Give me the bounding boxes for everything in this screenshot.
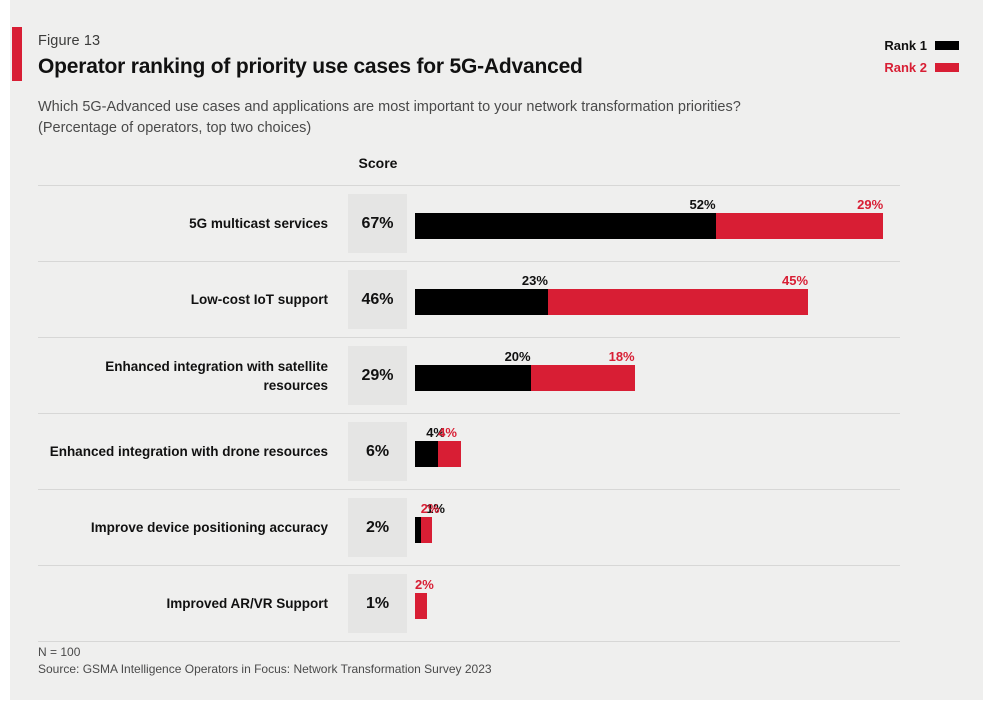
bar-value-rank2: 18% bbox=[608, 349, 635, 364]
bar-track bbox=[415, 593, 427, 619]
bar-segment-rank2 bbox=[438, 441, 462, 467]
chart-row-bars: 1% 2% bbox=[415, 490, 900, 565]
bar-value-rank2: 2% bbox=[415, 577, 434, 592]
legend-item-rank1: Rank 1 bbox=[884, 38, 959, 53]
chart-row-bars: 20% 18% bbox=[415, 338, 900, 413]
chart-row-score: 67% bbox=[348, 194, 407, 253]
bar-value-layer: 1% 2% bbox=[415, 490, 900, 517]
bar-value-rank2: 29% bbox=[857, 197, 884, 212]
bar-value-rank1: 23% bbox=[521, 273, 548, 288]
bar-value-rank2: 4% bbox=[438, 425, 457, 440]
legend-label-rank2: Rank 2 bbox=[884, 60, 927, 75]
page-title: Operator ranking of priority use cases f… bbox=[38, 55, 583, 78]
chart-row-bars: 52% 29% bbox=[415, 186, 900, 261]
bar-track bbox=[415, 365, 635, 391]
bar-value-rank1: 52% bbox=[689, 197, 716, 212]
chart-row-label: Enhanced integration with drone resource… bbox=[49, 444, 328, 459]
bar-segment-rank2 bbox=[420, 517, 433, 543]
bar-segment-rank2 bbox=[415, 593, 427, 619]
bar-value-layer: 20% 18% bbox=[415, 338, 900, 365]
chart-row: 5G multicast services 67% 52% 29% bbox=[38, 185, 900, 261]
chart-legend: Rank 1 Rank 2 bbox=[884, 38, 959, 82]
figure-number: Figure 13 bbox=[38, 33, 101, 49]
bar-track bbox=[415, 289, 809, 315]
chart-row-label: Low-cost IoT support bbox=[190, 292, 328, 307]
chart-row-label: Improve device positioning accuracy bbox=[90, 520, 328, 535]
chart-row: Improve device positioning accuracy 2% 1% 2… bbox=[38, 489, 900, 565]
chart-row-label: Enhanced integration with satellite reso… bbox=[105, 358, 328, 393]
bar-segment-rank1 bbox=[415, 289, 548, 315]
bar-value-layer: 52% 29% bbox=[415, 186, 900, 213]
red-accent-bar bbox=[12, 27, 22, 81]
bar-segment-rank1 bbox=[415, 365, 531, 391]
legend-swatch-rank1 bbox=[935, 41, 959, 50]
chart-row: Improved AR/VR Support 1% 2% bbox=[38, 565, 900, 642]
chart-row-score: 6% bbox=[348, 422, 407, 481]
bar-value-rank2: 45% bbox=[782, 273, 809, 288]
chart-footer: N = 100 Source: GSMA Intelligence Operat… bbox=[38, 644, 492, 678]
bar-value-layer: 4% 4% bbox=[415, 414, 900, 441]
bar-segment-rank2 bbox=[530, 365, 635, 391]
bar-track bbox=[415, 517, 433, 543]
chart-row: Low-cost IoT support 46% 23% 45% bbox=[38, 261, 900, 337]
chart-row-bars: 23% 45% bbox=[415, 262, 900, 337]
bar-track bbox=[415, 441, 462, 467]
bar-value-layer: 23% 45% bbox=[415, 262, 900, 289]
source-note: Source: GSMA Intelligence Operators in F… bbox=[38, 662, 492, 676]
legend-swatch-rank2 bbox=[935, 63, 959, 72]
chart-row-score: 29% bbox=[348, 346, 407, 405]
bar-segment-rank2 bbox=[547, 289, 809, 315]
chart-row-bars: 2% bbox=[415, 566, 900, 641]
chart-row: Enhanced integration with satellite reso… bbox=[38, 337, 900, 413]
bar-segment-rank1 bbox=[415, 213, 716, 239]
chart-row-label: Improved AR/VR Support bbox=[166, 596, 328, 611]
chart-row-score: 46% bbox=[348, 270, 407, 329]
figure-panel: Figure 13 Operator ranking of priority u… bbox=[10, 0, 983, 700]
bar-segment-rank2 bbox=[715, 213, 884, 239]
chart-row-score: 1% bbox=[348, 574, 407, 633]
chart-rows: 5G multicast services 67% 52% 29% Low-cost I… bbox=[38, 185, 900, 642]
chart-row-score: 2% bbox=[348, 498, 407, 557]
legend-item-rank2: Rank 2 bbox=[884, 60, 959, 75]
chart-row-bars: 4% 4% bbox=[415, 414, 900, 489]
chart-row-label: 5G multicast services bbox=[189, 216, 328, 231]
sample-size-note: N = 100 bbox=[38, 645, 81, 659]
bar-value-rank2: 2% bbox=[420, 501, 440, 516]
chart-subtitle: Which 5G-Advanced use cases and applicat… bbox=[38, 99, 741, 136]
bar-segment-rank1 bbox=[415, 441, 439, 467]
bar-value-rank1: 20% bbox=[504, 349, 531, 364]
score-column-header: Score bbox=[358, 155, 398, 171]
bar-value-layer: 2% bbox=[415, 566, 900, 593]
chart-row: Enhanced integration with drone resource… bbox=[38, 413, 900, 489]
legend-label-rank1: Rank 1 bbox=[884, 38, 927, 53]
bar-track bbox=[415, 213, 884, 239]
